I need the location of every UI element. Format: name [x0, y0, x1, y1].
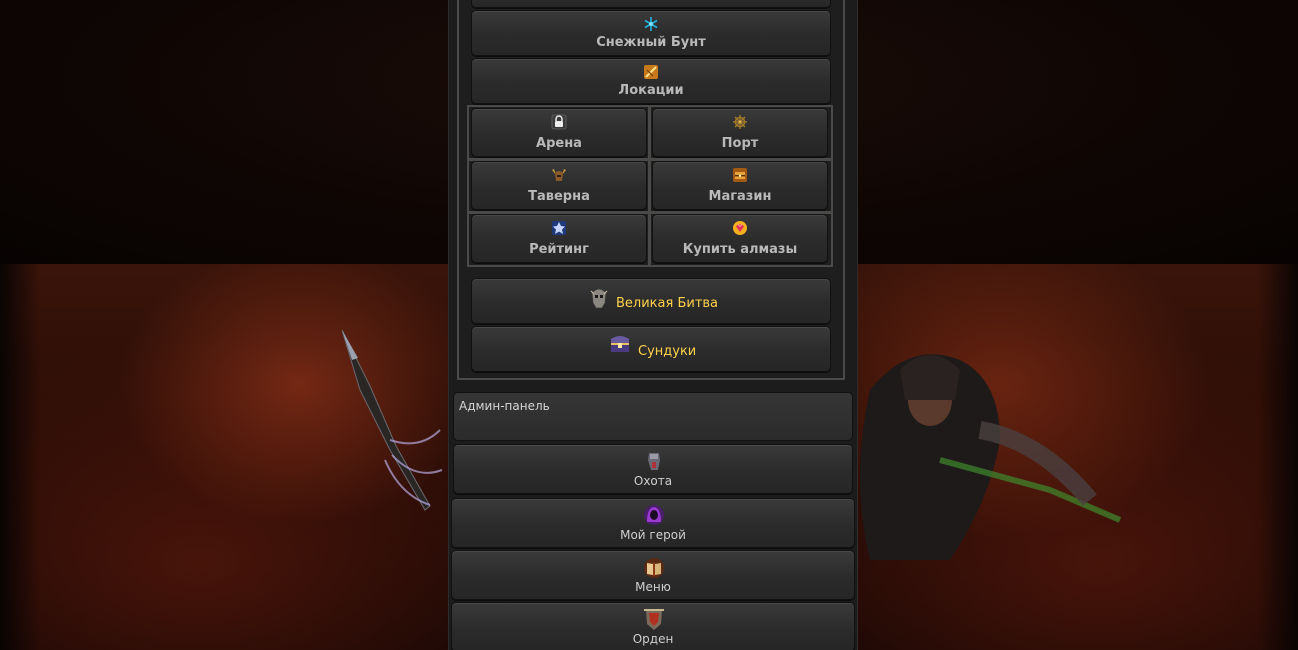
background-fade-right — [1258, 264, 1298, 650]
lock-icon — [551, 114, 567, 130]
hooded-hero-icon — [644, 505, 664, 525]
snow-riot-button[interactable]: Снежный Бунт — [471, 10, 831, 56]
chests-label: Сундуки — [638, 344, 697, 359]
tavern-label: Таверна — [528, 189, 590, 204]
warrior-artwork — [860, 354, 1122, 560]
shop-label: Магазин — [708, 189, 772, 204]
menu-label: Меню — [635, 580, 671, 594]
cutoff-top-button[interactable] — [471, 0, 831, 8]
treasure-chest-icon — [611, 336, 629, 352]
shop-chest-icon — [733, 168, 747, 182]
arena-label: Арена — [536, 136, 582, 151]
fist-icon — [648, 453, 660, 470]
emblem-icon — [552, 221, 566, 235]
buy-diamonds-label: Купить алмазы — [682, 242, 798, 257]
locations-button[interactable]: Локации — [471, 58, 831, 104]
book-icon — [644, 558, 664, 578]
menu-button[interactable]: Меню — [451, 550, 855, 600]
buy-diamonds-button[interactable]: Купить алмазы — [652, 214, 828, 263]
background-fade-left — [0, 264, 40, 650]
my-hero-button[interactable]: Мой герой — [451, 498, 855, 548]
port-label: Порт — [721, 136, 759, 151]
map-scroll-icon — [644, 65, 658, 79]
shop-button[interactable]: Магазин — [652, 161, 828, 210]
admin-panel-button[interactable]: Админ-панель — [453, 392, 853, 441]
chests-button[interactable]: Сундуки — [471, 326, 831, 372]
arena-button[interactable]: Арена — [471, 108, 647, 157]
grid-divider-vertical — [648, 105, 651, 267]
locations-label: Локации — [618, 83, 684, 98]
order-button[interactable]: Орден — [451, 602, 855, 650]
rating-label: Рейтинг — [529, 242, 589, 257]
port-button[interactable]: Порт — [652, 108, 828, 157]
great-battle-label: Великая Битва — [616, 296, 719, 311]
great-battle-button[interactable]: Великая Битва — [471, 278, 831, 324]
tavern-button[interactable]: Таверна — [471, 161, 647, 210]
diamond-icon — [733, 221, 747, 235]
skull-helmet-icon — [590, 288, 608, 309]
banner-icon — [644, 609, 664, 630]
snowflake-icon — [644, 17, 658, 31]
hunt-label: Охота — [633, 474, 673, 488]
ship-wheel-icon — [733, 115, 747, 129]
snow-riot-label: Снежный Бунт — [596, 35, 706, 50]
rating-button[interactable]: Рейтинг — [471, 214, 647, 263]
helmet-icon — [552, 169, 566, 181]
admin-panel-label: Админ-панель — [459, 399, 550, 413]
order-label: Орден — [632, 632, 674, 646]
hunt-button[interactable]: Охота — [453, 444, 853, 494]
spear-artwork — [341, 329, 443, 511]
my-hero-label: Мой герой — [620, 528, 686, 542]
